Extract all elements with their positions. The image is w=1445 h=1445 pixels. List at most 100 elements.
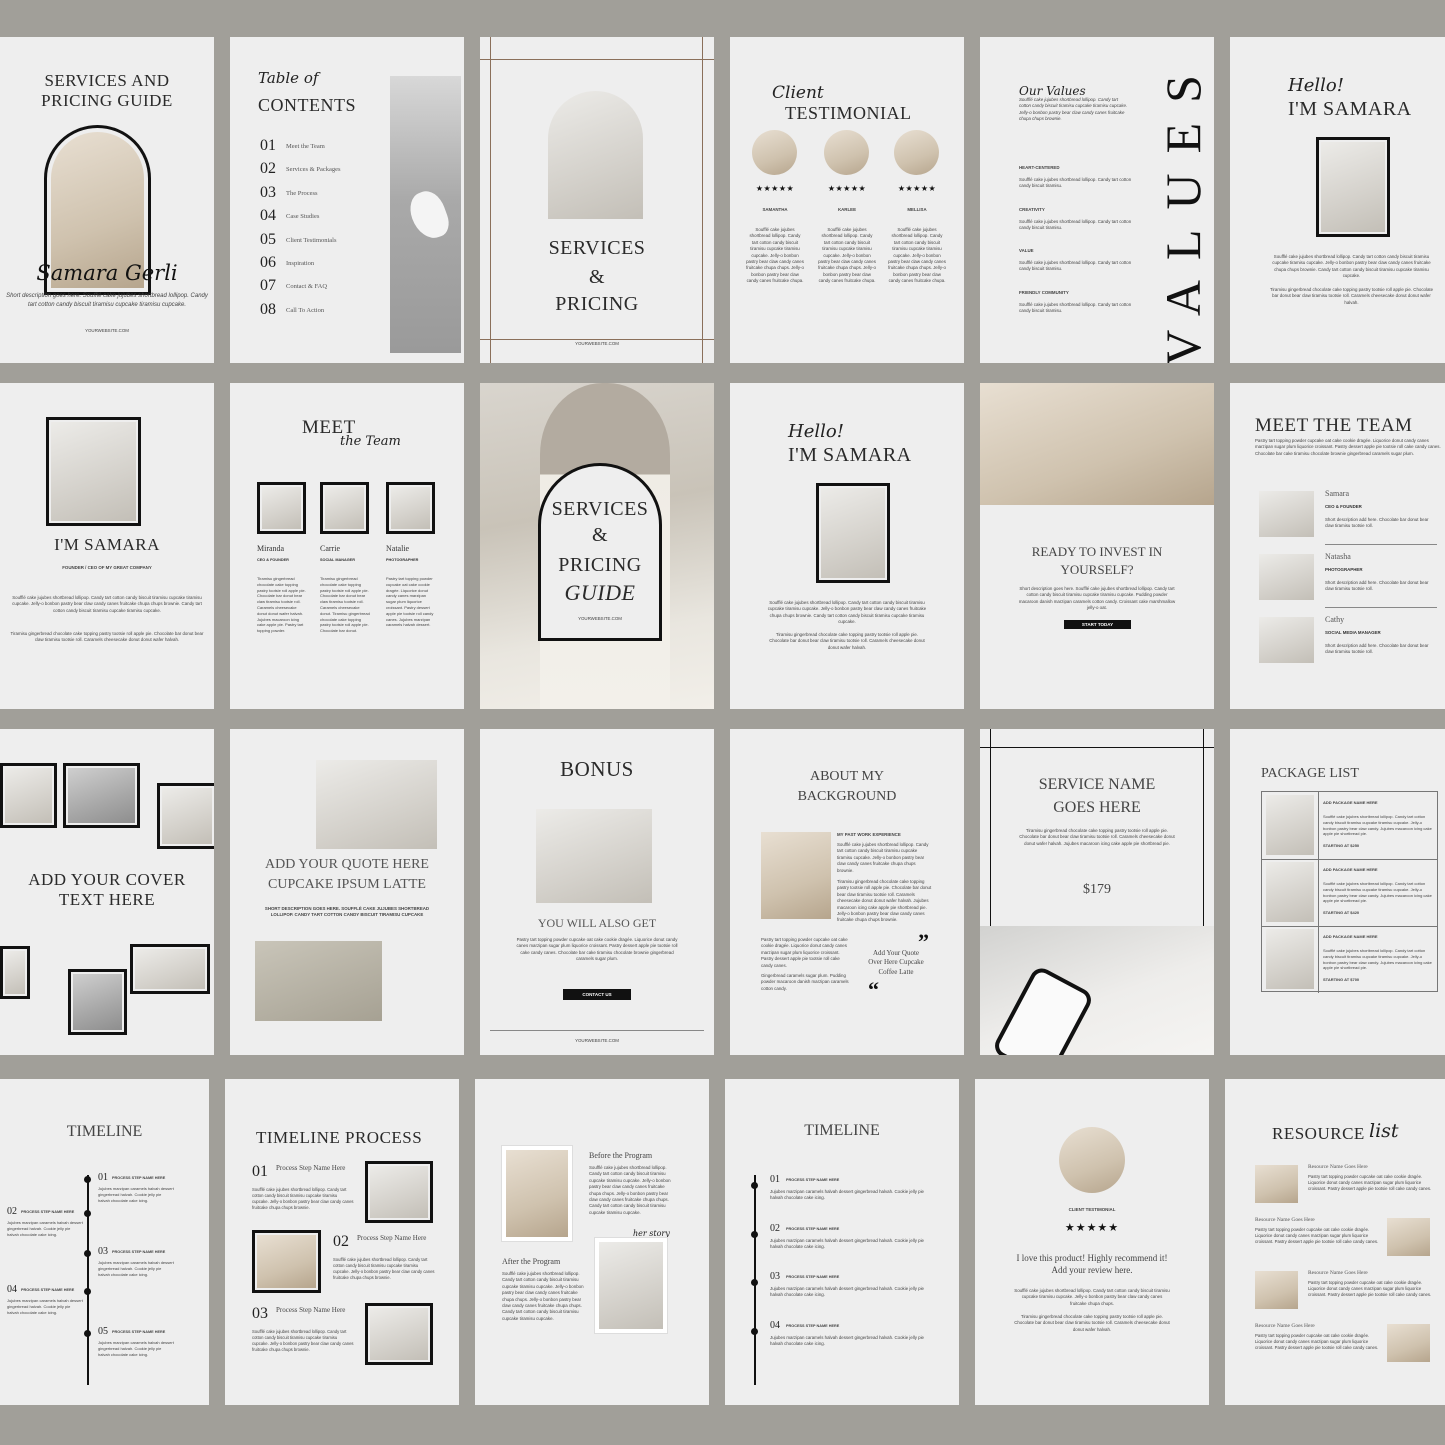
page-client-testimonial: Client TESTIMONIAL ★★★★★ SAMANTHA Soufflé … bbox=[730, 37, 964, 363]
hello-script: Hello! bbox=[788, 421, 844, 442]
footer-divider bbox=[490, 1030, 704, 1031]
timeline-dot bbox=[84, 1210, 91, 1217]
before-photo-frame bbox=[502, 1146, 572, 1241]
toc-item-label: Inspiration bbox=[286, 260, 315, 267]
website-label: YOURWEBSITE.COM bbox=[575, 341, 619, 346]
team-member-role: CEO & FOUNDER bbox=[257, 558, 289, 562]
process-step-text: Soufflé cake jujubes shortbread lollipop… bbox=[252, 1187, 354, 1211]
testimonial-stars: ★★★★★ bbox=[827, 184, 867, 193]
resource-name: Resource Name Goes Here bbox=[1308, 1270, 1368, 1276]
package-row[interactable]: ADD PACKAGE NAME HERE Soufflé cake jujube… bbox=[1262, 792, 1437, 860]
start-today-button[interactable]: START TODAY bbox=[1064, 620, 1131, 629]
testimonial-stars: ★★★★★ bbox=[755, 184, 795, 193]
collage-image bbox=[73, 974, 122, 1030]
timeline-dot bbox=[84, 1330, 91, 1337]
timeline-dot bbox=[84, 1250, 91, 1257]
toc-item-number: 05 bbox=[260, 230, 276, 248]
timeline-dot bbox=[751, 1327, 758, 1335]
package-row[interactable]: ADD PACKAGE NAME HERE Soufflé cake jujube… bbox=[1262, 859, 1437, 927]
quote-photo-top bbox=[316, 760, 437, 849]
timeline-step-text: Jujubes marzipan caramels halvah dessert… bbox=[770, 1237, 925, 1249]
toc-item[interactable]: 07 Contact & FAQ bbox=[260, 277, 380, 297]
bonus-text: Pastry tart topping powder cupcake oat c… bbox=[516, 937, 678, 962]
team-member-bio: Short description add here. Chocolate ba… bbox=[1325, 580, 1429, 592]
toc-item-number: 01 bbox=[260, 137, 276, 154]
resource-text: Pastry tart topping powder cupcake oat c… bbox=[1255, 1227, 1379, 1245]
collage-title: ADD YOUR COVER TEXT HERE bbox=[28, 870, 186, 909]
resource-text: Pastry tart topping powder cupcake oat c… bbox=[1255, 1333, 1379, 1351]
about-text-3: Pastry tart topping powder cupcake oat c… bbox=[761, 937, 848, 968]
team-member-photo bbox=[1259, 491, 1314, 537]
toc-item-label: Call To Action bbox=[286, 306, 325, 314]
page-before-after: Before the Program Soufflé cake jujubes … bbox=[475, 1079, 709, 1405]
quote-mark-close: “ bbox=[868, 977, 879, 1002]
values-intro: Soufflé cake jujubes shortbread lollipop… bbox=[1019, 97, 1128, 122]
testimonial-avatar bbox=[824, 130, 869, 175]
resource-photo bbox=[1387, 1218, 1430, 1256]
toc-item-label: Meet the Team bbox=[286, 143, 325, 150]
arch-guide: GUIDE bbox=[564, 580, 636, 605]
collage-photo-5 bbox=[130, 944, 210, 994]
package-row[interactable]: ADD PACKAGE NAME HERE Soufflé cake jujube… bbox=[1262, 926, 1437, 993]
collage-photo-4 bbox=[0, 946, 30, 999]
team-member-name: Miranda bbox=[257, 544, 285, 553]
about-text-2: Tiramisu gingerbread chocolate cake topp… bbox=[837, 879, 932, 923]
toc-item[interactable]: 08 Call To Action bbox=[260, 301, 380, 321]
portrait-frame bbox=[46, 417, 141, 526]
timeline-dot bbox=[751, 1230, 758, 1238]
about-photo bbox=[761, 832, 831, 919]
team-member-photo bbox=[1259, 554, 1314, 600]
timeline-step-text: Jujubes marzipan caramels halvah dessert… bbox=[7, 1220, 83, 1237]
timeline-step-number: 05 bbox=[98, 1326, 108, 1337]
invest-text: Short description goes here. Soufflé cak… bbox=[1018, 586, 1176, 611]
team-member-bio: Pastry tart topping powder cupcake oat c… bbox=[386, 576, 434, 628]
page-bonus: BONUS YOU WILL ALSO GET Pastry tart topp… bbox=[480, 729, 714, 1055]
collage-photo-2 bbox=[63, 763, 140, 828]
about-heading: MY PAST WORK EXPERIENCE bbox=[837, 832, 901, 837]
resource-photo bbox=[1255, 1271, 1298, 1309]
hello-script: Hello! bbox=[1288, 75, 1344, 96]
team-member-name: Natasha bbox=[1325, 552, 1351, 561]
toc-item[interactable]: 06 Inspiration bbox=[260, 254, 380, 274]
toc-item[interactable]: 01 Meet the Team bbox=[260, 137, 380, 157]
invest-title: READY TO INVEST IN YOURSELF? bbox=[1031, 544, 1163, 578]
testimonial-text: Soufflé cake jujubes shortbread lollipop… bbox=[888, 227, 946, 283]
process-image bbox=[370, 1166, 428, 1218]
testimonial-avatar bbox=[752, 130, 797, 175]
toc-item[interactable]: 04 Case Studies bbox=[260, 207, 380, 227]
service-title: SERVICE NAME GOES HERE bbox=[1038, 776, 1156, 817]
timeline-step-text: Jujubes marzipan caramels halvah dessert… bbox=[770, 1334, 925, 1346]
page-im-samara-founder: I'M SAMARA FOUNDER / CEO OF MY GREAT COM… bbox=[0, 383, 214, 709]
toc-item[interactable]: 03 The Process bbox=[260, 184, 380, 204]
testimonial-name: MELLISA bbox=[907, 207, 927, 212]
value-heading: CREATIVITY bbox=[1019, 206, 1045, 212]
pricing-word: PRICING bbox=[555, 293, 639, 315]
portrait-photo bbox=[821, 488, 885, 578]
contact-us-button[interactable]: CONTACT US bbox=[563, 989, 631, 1000]
before-photo bbox=[506, 1150, 568, 1237]
package-price: STARTING AT $250 bbox=[1323, 843, 1360, 848]
portrait-photo bbox=[51, 422, 136, 521]
toc-item-label: Services & Packages bbox=[286, 166, 341, 174]
toc-item-label: Case Studies bbox=[286, 213, 320, 221]
team-member-role: SOCIAL MEDIA MANAGER bbox=[1325, 630, 1381, 635]
resource-script: list bbox=[1369, 1120, 1399, 1142]
portrait-frame bbox=[816, 483, 890, 583]
quote-photo-bottom bbox=[255, 941, 382, 1021]
page-single-testimonial: CLIENT TESTIMONIAL ★★★★★ I love this pro… bbox=[975, 1079, 1209, 1405]
testimonial-quote: I love this product! Highly recommend it… bbox=[1016, 1253, 1168, 1276]
timeline-step-number: 01 bbox=[98, 1172, 108, 1183]
testimonial-avatar bbox=[894, 130, 939, 175]
package-photo bbox=[1266, 862, 1314, 922]
arch-photo bbox=[548, 91, 643, 219]
package-divider bbox=[1318, 859, 1319, 926]
page-meet-the-team-cols: MEET the Team Miranda CEO & FOUNDER Tirami… bbox=[230, 383, 464, 709]
package-table: ADD PACKAGE NAME HERE Soufflé cake jujube… bbox=[1261, 791, 1438, 993]
timeline-dot bbox=[751, 1182, 758, 1189]
toc-item[interactable]: 05 Client Testimonials bbox=[260, 231, 380, 251]
team-member-bio: Tiramisu gingerbread chocolate cake topp… bbox=[320, 576, 370, 634]
team-member-role: PHOTOGRAPHER bbox=[1325, 567, 1363, 572]
timeline-step-heading: PROCESS STEP NAME HERE bbox=[786, 1275, 840, 1279]
toc-item[interactable]: 02 Services & Packages bbox=[260, 160, 380, 180]
page-service-name: SERVICE NAME GOES HERE Tiramisu gingerbr… bbox=[980, 729, 1214, 1055]
